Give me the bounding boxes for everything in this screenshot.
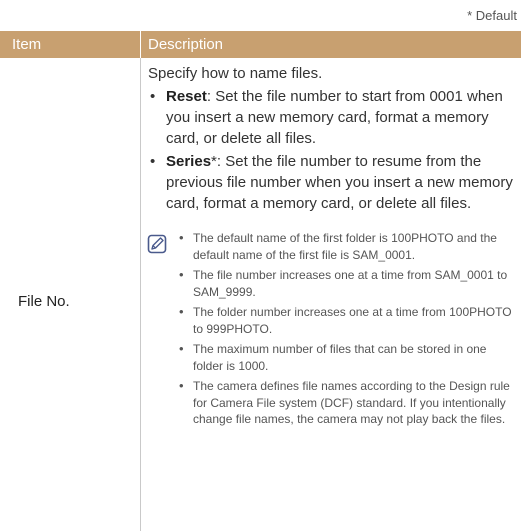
bullet: • [179, 304, 184, 319]
note-item: • The file number increases one at a time… [179, 267, 514, 300]
column-divider [140, 58, 141, 531]
bullet: • [150, 88, 156, 105]
option-name: Series [166, 153, 212, 170]
option-item: • Series*: Set the file number to resume… [148, 151, 514, 214]
bullet: • [179, 267, 184, 282]
option-text: : Set the file number to start from 0001… [166, 88, 503, 147]
bullet: • [179, 378, 184, 393]
note-block: • The default name of the first folder is… [147, 230, 514, 428]
note-item: • The default name of the first folder is… [179, 230, 514, 263]
note-text: The file number increases one at a time … [193, 268, 508, 299]
note-text: The camera defines file names according … [193, 379, 510, 426]
table-header: Item Description [0, 31, 521, 58]
description-cell: Specify how to name files. • Reset: Set … [147, 64, 514, 432]
note-text: The default name of the first folder is … [193, 231, 497, 262]
note-text: The maximum number of files that can be … [193, 342, 487, 373]
note-text: The folder number increases one at a tim… [193, 305, 512, 336]
option-list: • Reset: Set the file number to start fr… [148, 86, 514, 214]
bullet: • [179, 341, 184, 356]
option-name: Reset [166, 88, 207, 105]
item-label: File No. [18, 293, 70, 310]
default-note: * Default [467, 8, 517, 23]
note-item: • The folder number increases one at a ti… [179, 304, 514, 337]
header-item: Item [12, 36, 42, 53]
note-item: • The maximum number of files that can be… [179, 341, 514, 374]
bullet: • [150, 153, 156, 170]
option-text: : Set the file number to resume from the… [166, 153, 513, 212]
header-description: Description [148, 36, 224, 53]
description-intro: Specify how to name files. [148, 65, 323, 82]
note-item: • The camera defines file names according… [179, 378, 514, 428]
note-pencil-icon [147, 234, 167, 254]
item-column: File No. [0, 58, 140, 531]
bullet: • [179, 230, 184, 245]
note-list: • The default name of the first folder is… [148, 230, 514, 428]
option-item: • Reset: Set the file number to start fr… [148, 86, 514, 149]
